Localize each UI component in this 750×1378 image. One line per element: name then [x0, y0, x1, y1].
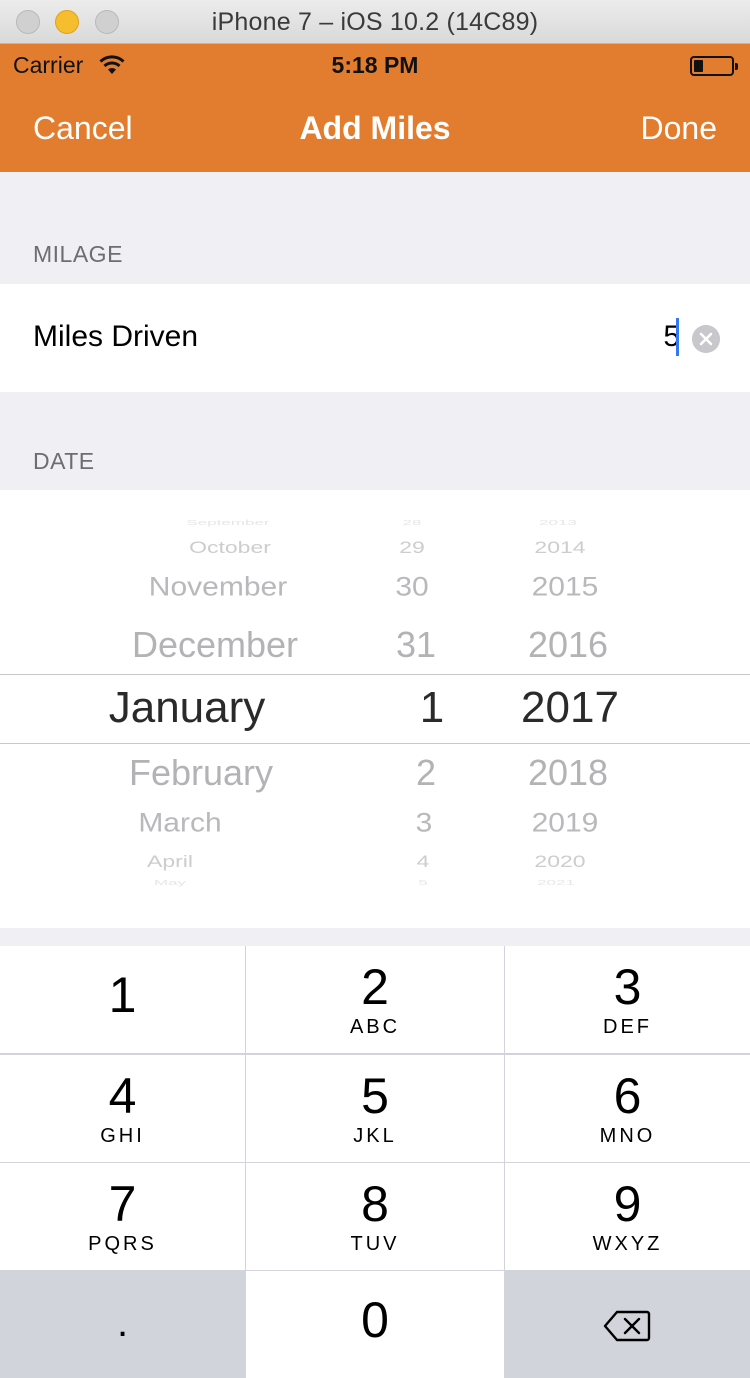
picker-month-option[interactable]: March: [138, 808, 221, 839]
key-decimal[interactable]: .: [0, 1271, 245, 1378]
done-button[interactable]: Done: [641, 110, 718, 147]
picker-day-option[interactable]: 5: [418, 878, 427, 887]
key-9[interactable]: 9 WXYZ: [505, 1163, 750, 1270]
key-letters: GHI: [100, 1125, 145, 1147]
key-8[interactable]: 8 TUV: [246, 1163, 504, 1270]
key-7[interactable]: 7 PQRS: [0, 1163, 245, 1270]
key-number: 2: [361, 959, 389, 1015]
date-picker[interactable]: September October November December January F…: [0, 490, 750, 928]
picker-year-option[interactable]: 2019: [532, 808, 599, 839]
picker-day-option[interactable]: 30: [395, 572, 428, 603]
key-5[interactable]: 5 JKL: [246, 1055, 504, 1162]
section-header-milage: MILAGE: [33, 241, 123, 267]
picker-day-option[interactable]: 3: [416, 808, 433, 839]
picker-year-option[interactable]: 2015: [532, 572, 599, 603]
picker-day-option[interactable]: 1: [420, 683, 444, 733]
picker-month-option[interactable]: February: [129, 752, 273, 794]
key-letters: TUV: [350, 1233, 400, 1255]
backspace-icon[interactable]: [603, 1310, 651, 1342]
section-header-date: DATE: [33, 448, 95, 474]
keypad-separator: [0, 928, 750, 946]
picker-year-option[interactable]: 2021: [537, 878, 575, 887]
picker-selection-bottom-line: [0, 743, 750, 744]
key-letters: ABC: [349, 1016, 401, 1038]
key-number: 0: [361, 1292, 389, 1348]
picker-day-option[interactable]: 28: [403, 518, 422, 527]
status-time: 5:18 PM: [331, 52, 419, 78]
key-letters: PQRS: [88, 1233, 157, 1255]
picker-month-option[interactable]: November: [149, 572, 287, 603]
key-4[interactable]: 4 GHI: [0, 1055, 245, 1162]
miles-driven-input[interactable]: [480, 314, 680, 360]
clear-text-icon[interactable]: [692, 325, 720, 353]
key-2[interactable]: 2 ABC: [246, 946, 504, 1053]
key-letters: DEF: [603, 1016, 652, 1038]
key-number: 9: [613, 1176, 642, 1232]
key-number: 3: [613, 959, 642, 1015]
window-title: iPhone 7 – iOS 10.2 (14C89): [211, 8, 539, 36]
simulator-title-bar: iPhone 7 – iOS 10.2 (14C89): [0, 0, 750, 44]
miles-driven-label: Miles Driven: [33, 320, 199, 353]
key-letters: MNO: [599, 1125, 656, 1147]
cancel-button[interactable]: Cancel: [33, 110, 133, 147]
key-3[interactable]: 3 DEF: [505, 946, 750, 1053]
picker-month-option[interactable]: January: [109, 683, 266, 733]
key-number: 7: [108, 1176, 137, 1232]
miles-driven-row: Miles Driven: [0, 284, 750, 392]
picker-day-option[interactable]: 4: [417, 852, 430, 871]
key-number: 8: [361, 1176, 389, 1232]
picker-selection-top-line: [0, 674, 750, 675]
picker-year-option[interactable]: 2017: [521, 683, 619, 733]
picker-day-option[interactable]: 31: [396, 624, 436, 666]
picker-day-option[interactable]: 29: [399, 538, 425, 557]
picker-month-option[interactable]: May: [154, 878, 186, 887]
key-letters: WXYZ: [592, 1233, 663, 1255]
key-0[interactable]: 0: [246, 1271, 504, 1378]
key-letters: JKL: [353, 1125, 397, 1147]
picker-year-option[interactable]: 2018: [528, 752, 608, 794]
picker-year-option[interactable]: 2013: [539, 518, 577, 527]
picker-month-option[interactable]: September: [186, 518, 269, 527]
picker-month-option[interactable]: October: [189, 538, 271, 557]
key-number: 4: [108, 1068, 137, 1124]
picker-year-option[interactable]: 2020: [534, 852, 585, 871]
key-number: .: [116, 1301, 129, 1345]
picker-month-option[interactable]: December: [132, 624, 298, 666]
text-cursor: [676, 318, 679, 356]
navigation-bar: Cancel Add Miles Done: [0, 86, 750, 172]
picker-month-option[interactable]: April: [147, 852, 193, 871]
key-1[interactable]: 1: [0, 946, 245, 1053]
picker-year-option[interactable]: 2014: [534, 538, 585, 557]
key-number: 1: [108, 967, 137, 1023]
battery-icon: [690, 56, 738, 76]
key-number: 5: [361, 1068, 389, 1124]
key-number: 6: [613, 1068, 642, 1124]
key-6[interactable]: 6 MNO: [505, 1055, 750, 1162]
picker-year-option[interactable]: 2016: [528, 624, 608, 666]
picker-day-option[interactable]: 2: [416, 752, 436, 794]
status-bar: Carrier 5:18 PM: [0, 44, 750, 86]
